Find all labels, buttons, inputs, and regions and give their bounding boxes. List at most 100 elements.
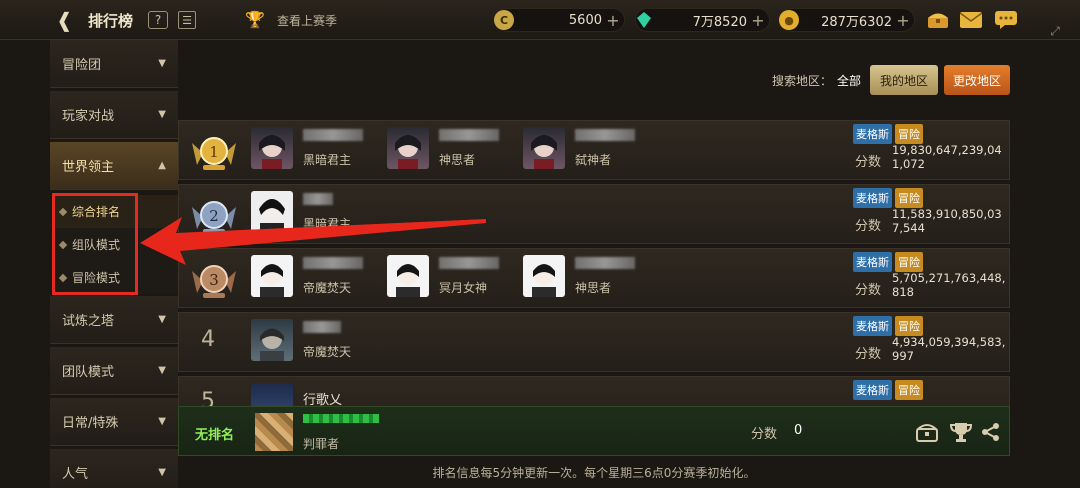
member-class: 帝魔焚天 — [303, 281, 352, 295]
mode-badge: 冒险 — [895, 380, 923, 400]
score-value: 4,934,059,394,583,997 — [892, 335, 1006, 363]
avatar — [523, 127, 565, 169]
sidebar-item-label: 团队模式 — [62, 365, 115, 380]
member-class: 神思者 — [575, 281, 612, 295]
row-tags: 麦格斯 冒险 — [853, 316, 923, 336]
chevron-up-icon: ▲ — [158, 160, 166, 171]
fullscreen-icon[interactable]: ⤢ — [1046, 22, 1064, 40]
sidebar-item-adventure-team[interactable]: 冒险团 ▼ — [50, 40, 178, 88]
red-arrow-annotation — [140, 217, 486, 265]
avatar — [387, 127, 429, 169]
member-name-blurred — [303, 129, 363, 141]
chevron-down-icon: ▼ — [158, 109, 166, 120]
region-value: 全部 — [837, 74, 862, 88]
rank-number: 3 — [209, 271, 219, 289]
currency-value: 5600 — [568, 12, 602, 28]
my-rank-row[interactable]: 无排名 判罪者 分数 0 — [178, 406, 1010, 456]
member-class: 冥月女神 — [439, 281, 488, 295]
green-gem-icon — [634, 10, 654, 30]
mode-badge: 冒险 — [895, 252, 923, 272]
region-label: 搜索地区： — [772, 74, 833, 88]
add-currency-button[interactable]: + — [606, 11, 620, 30]
sidebar-item-trial-tower[interactable]: 试炼之塔 ▼ — [50, 296, 178, 344]
trophy-icon[interactable]: 🏆 — [244, 8, 266, 30]
my-class: 判罪者 — [303, 437, 340, 451]
page-title: 排行榜 — [88, 12, 134, 30]
currency-gem: 7万8520 + — [635, 8, 770, 32]
my-score: 0 — [794, 423, 803, 438]
server-badge: 麦格斯 — [853, 380, 892, 400]
share-icon[interactable] — [979, 420, 1003, 444]
my-rank: 无排名 — [195, 428, 235, 443]
trophy-icon[interactable] — [949, 420, 973, 444]
currency-gold-c: C 5600 + — [494, 8, 625, 32]
my-region-button[interactable]: 我的地区 — [870, 65, 938, 95]
member-name-blurred — [439, 129, 499, 141]
last-season-link[interactable]: 查看上赛季 — [277, 12, 337, 29]
rank-number: 4 — [201, 327, 215, 352]
info-list-icon[interactable]: ☰ — [178, 11, 196, 29]
sidebar-item-label: 玩家对战 — [62, 109, 115, 124]
member-class: 帝魔焚天 — [303, 345, 352, 359]
member-class: 黑暗君主 — [303, 153, 352, 167]
sidebar-item-label: 试炼之塔 — [62, 314, 115, 329]
score-label: 分数 — [855, 283, 882, 298]
team-member[interactable]: 神思者 — [523, 255, 653, 303]
treasure-chest-icon[interactable] — [926, 9, 950, 31]
server-badge: 麦格斯 — [853, 252, 892, 272]
sidebar-item-daily-special[interactable]: 日常/特殊 ▼ — [50, 398, 178, 446]
add-currency-button[interactable]: + — [751, 11, 765, 30]
sidebar-item-pvp[interactable]: 玩家对战 ▼ — [50, 91, 178, 139]
highlight-box — [52, 193, 138, 295]
top-bar: ❰ 排行榜 ? ☰ 🏆 查看上赛季 C 5600 + 7万8520 + ● 28… — [0, 0, 1080, 40]
sidebar-item-world-boss[interactable]: 世界领主 ▲ — [50, 142, 178, 190]
chevron-down-icon: ▼ — [158, 58, 166, 69]
avatar — [255, 413, 293, 451]
sidebar-item-label: 日常/特殊 — [62, 416, 119, 431]
score-value: 5,705,271,763,448,818 — [892, 271, 1006, 299]
score-label: 分数 — [751, 427, 778, 442]
score-value: 19,830,647,239,041,072 — [892, 143, 1002, 171]
help-icon[interactable]: ? — [148, 11, 168, 29]
back-arrow-icon[interactable]: ❰ — [56, 9, 80, 31]
avatar — [251, 319, 293, 361]
team-member[interactable]: 黑暗君主 — [251, 127, 381, 175]
chat-icon[interactable] — [994, 9, 1018, 31]
gold-coin-icon: ● — [779, 10, 799, 30]
member-name-blurred — [575, 257, 635, 269]
team-member[interactable]: 帝魔焚天 — [251, 319, 381, 367]
update-note: 排名信息每5分钟更新一次。每个星期三6点0分赛季初始化。 — [432, 466, 756, 480]
score-value: 11,583,910,850,037,544 — [892, 207, 1002, 235]
change-region-button[interactable]: 更改地区 — [944, 65, 1010, 95]
team-member[interactable]: 神思者 — [387, 127, 517, 175]
gold-c-coin-icon: C — [494, 10, 514, 30]
score-label: 分数 — [855, 155, 882, 170]
member-class: 弑神者 — [575, 153, 612, 167]
member-name-blurred — [303, 321, 341, 333]
row-tags: 麦格斯 冒险 — [853, 380, 923, 400]
rank-row[interactable]: 1 黑暗君主 神思者 弑神者 麦格斯 冒险 分数 19,830,647,239,… — [178, 120, 1010, 180]
chevron-down-icon: ▼ — [158, 314, 166, 325]
currency-value: 287万6302 — [821, 14, 892, 30]
chevron-down-icon: ▼ — [158, 416, 166, 427]
row-tags: 麦格斯 冒险 — [853, 252, 923, 272]
chevron-down-icon: ▼ — [158, 365, 166, 376]
add-currency-button[interactable]: + — [896, 11, 910, 30]
sidebar-item-label: 世界领主 — [62, 160, 115, 175]
mail-icon[interactable] — [959, 9, 983, 31]
sidebar-item-label: 冒险团 — [62, 58, 102, 73]
chest-icon[interactable] — [915, 420, 939, 444]
rank-row[interactable]: 4 帝魔焚天 麦格斯 冒险 分数 4,934,059,394,583,997 — [178, 312, 1010, 372]
sidebar-item-team-mode[interactable]: 团队模式 ▼ — [50, 347, 178, 395]
server-badge: 麦格斯 — [853, 124, 892, 144]
server-badge: 麦格斯 — [853, 188, 892, 208]
row-tags: 麦格斯 冒险 — [853, 188, 923, 208]
team-member[interactable]: 弑神者 — [523, 127, 653, 175]
mode-badge: 冒险 — [895, 188, 923, 208]
member-class: 神思者 — [439, 153, 476, 167]
mode-badge: 冒险 — [895, 124, 923, 144]
rank-number: 1 — [209, 143, 219, 161]
member-name-blurred — [303, 193, 333, 205]
server-badge: 麦格斯 — [853, 316, 892, 336]
gold-medal-icon: 1 — [192, 137, 236, 170]
